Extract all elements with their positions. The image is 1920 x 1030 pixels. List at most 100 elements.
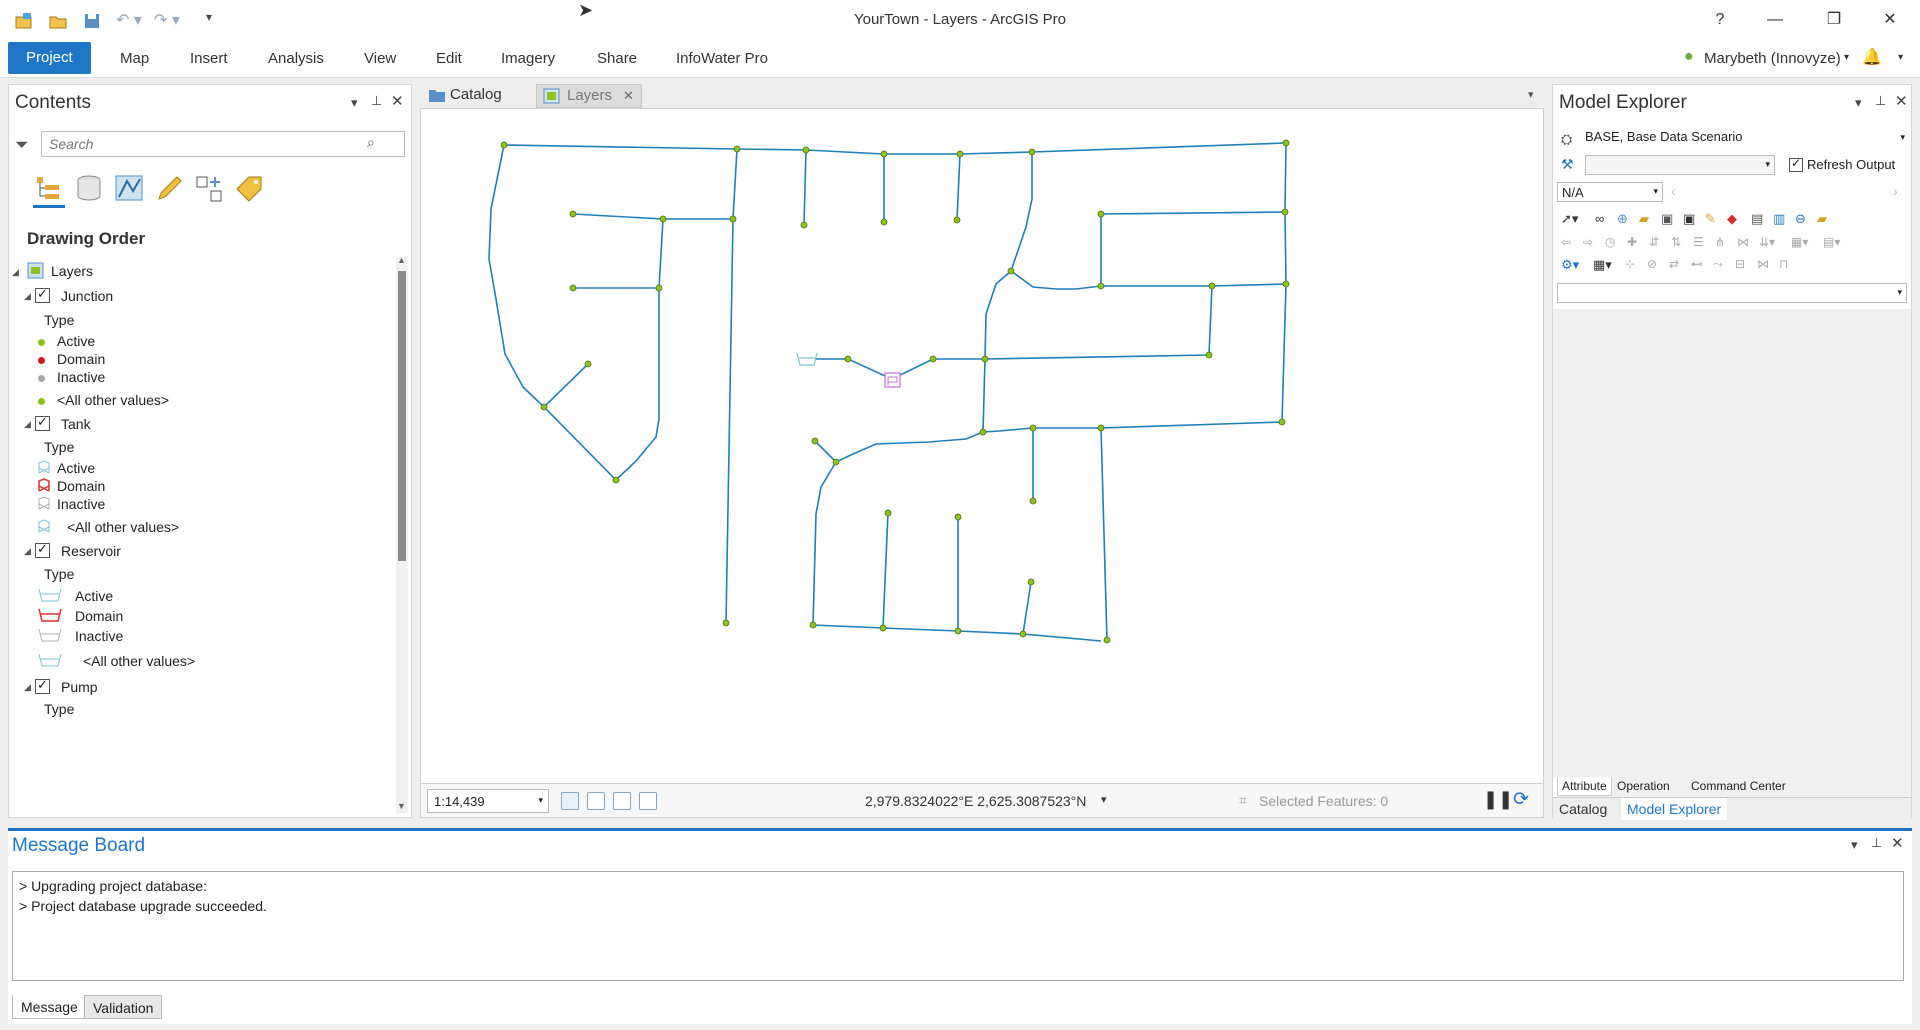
history-icon[interactable]: ◷ [1605,235,1615,249]
layers-root-label[interactable]: Layers [51,263,93,279]
list-by-labeling-icon[interactable] [233,173,265,203]
connect-icon[interactable]: ⊷ [1691,257,1703,271]
search-icon[interactable]: ⌕ [367,134,375,151]
insert-node-icon[interactable]: ⊹ [1625,257,1635,271]
refresh-output-checkbox[interactable]: ✓ [1789,156,1803,172]
close-tab-icon[interactable]: ✕ [623,88,634,104]
tab-project[interactable]: Project [8,42,91,74]
forward-icon[interactable]: ⇨ [1583,235,1593,249]
message-log[interactable]: > Upgrading project database: > Project … [12,871,1904,981]
list-by-snapping-icon[interactable] [193,173,225,203]
align-icon[interactable]: ☰ [1693,235,1704,249]
filter-icon[interactable]: ⏷ [15,135,29,155]
morph-icon[interactable]: ⤳ [1713,257,1723,272]
save-as-icon[interactable]: ▣ [1683,211,1695,227]
eraser-icon[interactable]: ◆ [1727,211,1737,227]
grid-icon[interactable] [613,792,631,810]
folder-icon[interactable]: ▰ [1817,211,1827,227]
close-pane-icon[interactable]: ✕ [1895,92,1908,110]
chart-icon[interactable]: ▥ [1773,211,1785,227]
close-button[interactable]: ✕ [1874,8,1906,32]
table-icon[interactable]: ▦▾ [1593,257,1612,273]
coordinate-format-chevron-icon[interactable]: ▾ [1101,793,1107,806]
pump-visibility-checkbox[interactable] [35,677,50,694]
link-output-icon[interactable]: ⊖ [1795,211,1806,227]
scroll-up-icon[interactable]: ▲ [397,255,406,265]
tab-catalog[interactable]: Catalog [450,86,502,103]
expand-junction-icon[interactable]: ◢ [24,291,31,302]
list-by-drawing-order-icon[interactable] [33,173,65,203]
tab-layers[interactable]: Layers ✕ [536,84,642,108]
add-node-icon[interactable]: ✚ [1627,235,1637,249]
output-time-dropdown-icon[interactable]: ▾ [1653,186,1658,197]
notification-icon[interactable]: 🔔 [1862,47,1882,67]
north-arrow-icon[interactable] [639,792,657,810]
previous-time-icon[interactable]: ‹ [1671,183,1676,199]
select-tool-icon[interactable]: ➚▾ [1561,211,1578,227]
tab-catalog-pane[interactable]: Catalog [1559,801,1607,817]
tab-analysis[interactable]: Analysis [268,50,324,67]
tab-attribute[interactable]: Attribute [1557,777,1612,796]
pause-drawing-icon[interactable]: ❚❚ [1483,789,1513,810]
tab-overflow-icon[interactable]: ▾ [1528,88,1534,101]
scenario-selector[interactable]: BASE, Base Data Scenario ▾ [1583,129,1907,149]
tab-imagery[interactable]: Imagery [501,50,555,67]
tab-edit[interactable]: Edit [436,50,462,67]
layer-junction[interactable]: Junction [61,288,113,304]
map-view[interactable] [420,108,1544,784]
calculate-icon[interactable]: ▦▾ [1791,235,1808,249]
expand-layers-icon[interactable]: ◢ [12,267,19,278]
list-by-selection-icon[interactable] [113,173,145,203]
link-icon[interactable]: ∞ [1595,211,1604,226]
snapping-icon[interactable] [587,792,605,810]
search-input[interactable] [41,131,405,157]
split-icon[interactable]: ⋔ [1715,235,1725,249]
back-icon[interactable]: ⇦ [1561,235,1571,249]
expand-tank-icon[interactable]: ◢ [24,419,31,430]
close-pane-icon[interactable]: ✕ [391,92,404,110]
options-icon[interactable]: ⚙▾ [1561,257,1579,273]
scale-selector[interactable]: 1:14,439 ▾ [427,789,549,813]
tab-operation[interactable]: Operation [1617,779,1670,793]
element-dropdown-icon[interactable]: ▾ [1897,287,1902,298]
water-network-map[interactable] [421,109,1545,785]
report-icon[interactable]: ▤ [1751,211,1763,227]
sort-icon[interactable]: ⇊▾ [1759,235,1775,249]
list-by-source-icon[interactable] [73,173,105,203]
scale-dropdown-icon[interactable]: ▾ [538,795,543,806]
pin-icon[interactable]: ⊥ [1875,93,1886,109]
pane-options-icon[interactable]: ▾ [1851,837,1858,853]
help-button[interactable]: ? [1704,8,1736,32]
tab-share[interactable]: Share [597,50,637,67]
reverse-icon[interactable]: ⇄ [1669,257,1679,271]
pin-icon[interactable]: ⊥ [1871,835,1882,851]
tank-visibility-checkbox[interactable] [35,414,50,431]
move-icon[interactable]: ⇅ [1671,235,1681,249]
valve-tool-icon[interactable]: ⋈ [1757,257,1769,271]
tank-tool-icon[interactable]: ⊓ [1779,257,1788,271]
pipe-tool-icon[interactable]: ⇵ [1649,235,1659,249]
output-time-selector[interactable]: N/A ▾ [1557,182,1663,202]
next-time-icon[interactable]: › [1893,183,1898,199]
user-account-button[interactable]: Marybeth (Innovyze) [1704,50,1841,67]
edit-icon[interactable]: ✎ [1705,211,1716,227]
close-pane-icon[interactable]: ✕ [1891,834,1904,852]
scenario-dropdown-icon[interactable]: ▾ [1900,132,1905,143]
ribbon-collapse-icon[interactable]: ▾ [1898,52,1903,63]
element-selector[interactable]: ▾ [1557,283,1907,303]
tab-command-center[interactable]: Command Center [1691,779,1786,793]
zoom-icon[interactable]: ⊕ [1617,211,1628,227]
scroll-down-icon[interactable]: ▼ [397,801,406,811]
reservoir-visibility-checkbox[interactable] [35,541,50,558]
restore-button[interactable]: ❐ [1818,8,1850,32]
list-by-editing-icon[interactable] [153,173,185,203]
open-icon[interactable]: ▰ [1639,211,1649,227]
layer-reservoir[interactable]: Reservoir [61,543,121,559]
expand-reservoir-icon[interactable]: ◢ [24,546,31,557]
save-icon[interactable]: ▣ [1661,211,1673,227]
scroll-thumb[interactable] [398,271,406,561]
minimize-button[interactable]: — [1759,8,1791,32]
facility-selector[interactable]: ▾ [1585,155,1775,175]
expand-pump-icon[interactable]: ◢ [24,682,31,693]
layer-tank[interactable]: Tank [61,416,91,432]
